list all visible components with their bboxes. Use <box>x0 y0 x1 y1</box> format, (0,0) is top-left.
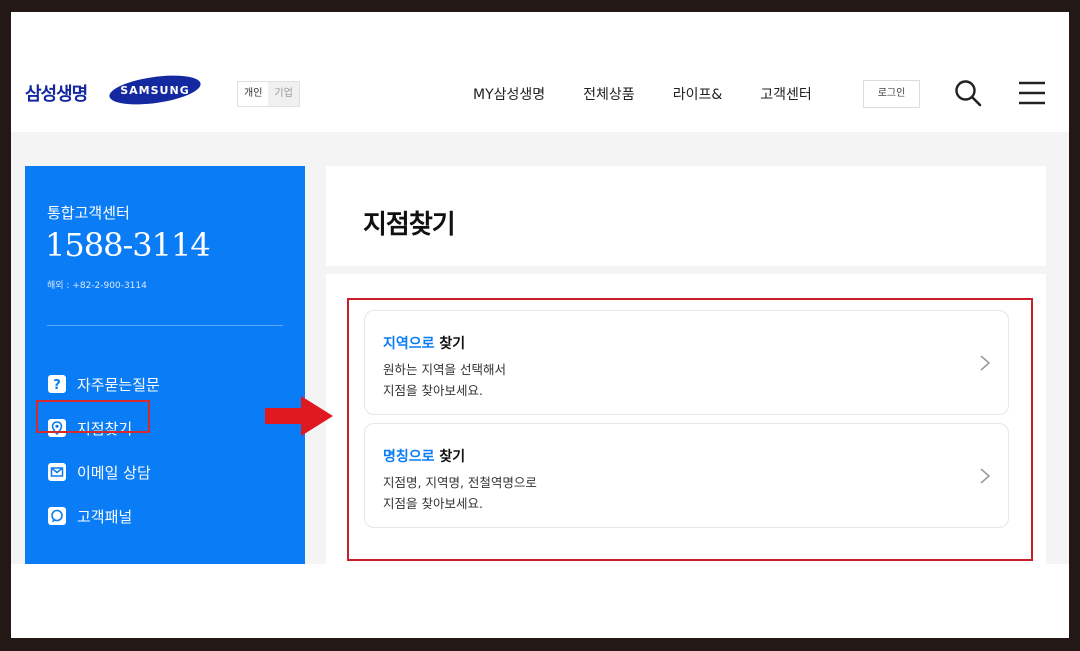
nav-all-products[interactable]: 전체상품 <box>583 84 635 104</box>
site-header: 삼성생명 SAMSUNG 개인 기업 MY삼성생명 전체상품 라이프& 고객센터… <box>11 12 1069 132</box>
samsung-life-logo[interactable]: 삼성생명 <box>25 80 88 106</box>
sidebar-divider <box>47 325 283 326</box>
sidebar-item-label: 이메일 상담 <box>77 463 151 482</box>
main-nav: MY삼성생명 전체상품 라이프& 고객센터 <box>473 84 812 104</box>
samsung-logo-text: SAMSUNG <box>120 84 189 97</box>
annotation-arrow-icon <box>265 396 333 436</box>
login-button[interactable]: 로그인 <box>863 80 920 108</box>
sidebar-item-customer-panel[interactable]: 고객패널 <box>47 494 160 538</box>
customer-center-phone[interactable]: 1588-3114 <box>45 226 211 264</box>
toggle-corporate[interactable]: 기업 <box>268 82 299 106</box>
samsung-logo[interactable]: SAMSUNG <box>107 74 203 106</box>
overseas-phone: 해외 : +82-2-900-3114 <box>47 281 147 291</box>
nav-life[interactable]: 라이프& <box>673 84 723 104</box>
customer-type-toggle: 개인 기업 <box>237 81 300 107</box>
search-icon[interactable] <box>953 78 983 108</box>
toggle-personal[interactable]: 개인 <box>238 82 268 106</box>
customer-center-sidebar: 통합고객센터 1588-3114 해외 : +82-2-900-3114 ? 자… <box>25 166 305 564</box>
screenshot-frame: 삼성생명 SAMSUNG 개인 기업 MY삼성생명 전체상품 라이프& 고객센터… <box>11 12 1069 638</box>
question-icon: ? <box>47 374 67 394</box>
nav-customer-center[interactable]: 고객센터 <box>760 84 812 104</box>
annotation-highlight-box <box>347 298 1033 561</box>
sidebar-menu: ? 자주묻는질문 지점찾기 이메일 상담 고객패널 <box>47 362 160 538</box>
hamburger-menu-icon[interactable] <box>1017 80 1047 106</box>
nav-my-samsung-life[interactable]: MY삼성생명 <box>473 84 545 104</box>
svg-text:?: ? <box>53 378 61 393</box>
sidebar-item-label: 고객패널 <box>77 507 133 526</box>
chat-bubble-icon <box>47 506 67 526</box>
customer-center-label: 통합고객센터 <box>47 204 130 222</box>
page-title: 지점찾기 <box>363 210 456 240</box>
title-panel: 지점찾기 <box>326 166 1046 266</box>
mail-icon <box>47 462 67 482</box>
sidebar-item-email[interactable]: 이메일 상담 <box>47 450 160 494</box>
sidebar-item-label: 자주묻는질문 <box>77 375 160 394</box>
page-viewport: 삼성생명 SAMSUNG 개인 기업 MY삼성생명 전체상품 라이프& 고객센터… <box>11 12 1069 564</box>
annotation-highlight-box <box>36 400 150 433</box>
